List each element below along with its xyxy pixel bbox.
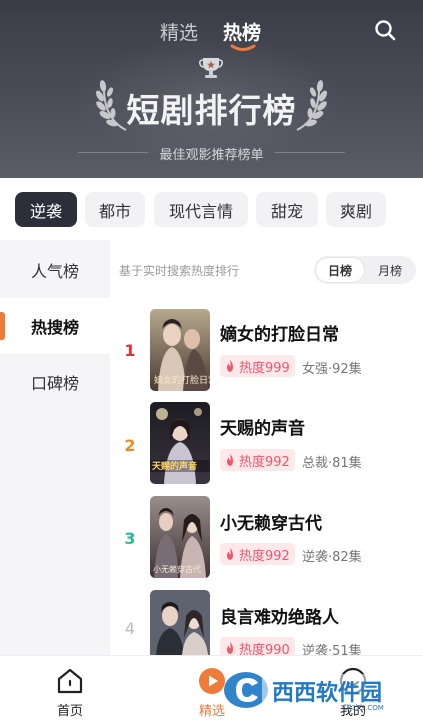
ranking-sidebar: 人气榜 热搜榜 口碑榜 <box>0 240 110 655</box>
drama-meta: 总裁·81集 <box>302 456 362 471</box>
tab-active-indicator <box>230 44 256 51</box>
trophy-icon <box>199 58 223 78</box>
genre-chip-tianchong[interactable]: 甜宠 <box>256 192 318 227</box>
list-hint-text: 基于实时搜索热度排行 <box>119 264 240 278</box>
drama-meta: 逆袭·82集 <box>302 550 362 565</box>
drama-title[interactable]: 天赐的声音 <box>220 414 305 439</box>
heat-value: 热度992 <box>239 548 290 564</box>
drama-title[interactable]: 小无赖穿古代 <box>220 509 322 534</box>
period-toggle: 日榜 月榜 <box>314 256 416 284</box>
heat-badge: 热度999 <box>220 355 295 377</box>
banner-subtitle: 最佳观影推荐榜单 <box>159 148 264 163</box>
watermark-text: 西西软件园 <box>272 680 382 706</box>
watermark-url: CR173.COM <box>342 704 384 712</box>
period-monthly-button[interactable]: 月榜 <box>366 258 414 282</box>
heat-badge: 热度992 <box>220 543 295 565</box>
genre-filter-bar: 逆袭 都市 现代言情 甜宠 爽剧 <box>0 178 423 240</box>
genre-chip-dushi[interactable]: 都市 <box>85 192 145 227</box>
tab-hot-list[interactable]: 热榜 <box>223 18 261 45</box>
drama-poster[interactable]: 天赐的声音 <box>150 402 210 484</box>
flame-icon <box>227 454 233 466</box>
drama-title[interactable]: 嫡女的打脸日常 <box>220 320 339 345</box>
genre-chip-modern-romance[interactable]: 现代言情 <box>154 192 248 227</box>
rank-number: 2 <box>124 436 136 455</box>
flame-icon <box>227 360 233 372</box>
site-watermark-logo: 西西软件园 CR173.COM <box>224 672 408 712</box>
flame-icon <box>227 642 233 654</box>
drama-poster[interactable]: 小无赖穿古代 <box>150 496 210 578</box>
banner-title: 短剧排行榜 <box>126 91 297 130</box>
drama-meta: 女强·92集 <box>302 362 362 377</box>
sidebar-item-popular[interactable]: 人气榜 <box>0 242 110 298</box>
rank-number: 3 <box>124 529 136 548</box>
period-daily-button[interactable]: 日榜 <box>316 258 364 282</box>
search-icon <box>375 20 396 41</box>
flame-icon <box>227 548 233 560</box>
home-icon <box>57 668 83 694</box>
heat-value: 热度999 <box>239 360 290 376</box>
tab-featured[interactable]: 精选 <box>160 18 198 45</box>
rank-number: 1 <box>124 341 136 360</box>
sidebar-item-label: 热搜榜 <box>30 318 79 337</box>
nav-home-label: 首页 <box>56 704 83 719</box>
heat-badge: 热度992 <box>220 449 295 471</box>
poster-title-art: 天赐的声音 <box>152 460 197 472</box>
sidebar-item-hot-search[interactable]: 热搜榜 <box>0 298 110 354</box>
sidebar-active-indicator <box>0 312 5 340</box>
sidebar-item-reputation[interactable]: 口碑榜 <box>0 354 110 410</box>
rank-number: 4 <box>124 619 136 638</box>
poster-title-art: 嫡女的打脸日常 <box>154 374 210 386</box>
search-button[interactable] <box>370 15 400 45</box>
genre-chip-nixi[interactable]: 逆袭 <box>15 192 77 227</box>
poster-title-art: 小无赖穿古代 <box>153 564 201 574</box>
drama-poster[interactable]: 嫡女的打脸日常 <box>150 309 210 391</box>
drama-poster[interactable] <box>150 590 210 655</box>
heat-value: 热度992 <box>239 454 290 470</box>
drama-title[interactable]: 良言难劝绝路人 <box>220 603 339 628</box>
hero-header: 精选 热榜 短剧排行榜 最佳观影推荐榜单 <box>0 0 423 178</box>
genre-chip-shuangju[interactable]: 爽剧 <box>326 192 386 227</box>
sidebar-item-label: 口碑榜 <box>30 374 79 393</box>
sidebar-item-label: 人气榜 <box>30 262 79 281</box>
